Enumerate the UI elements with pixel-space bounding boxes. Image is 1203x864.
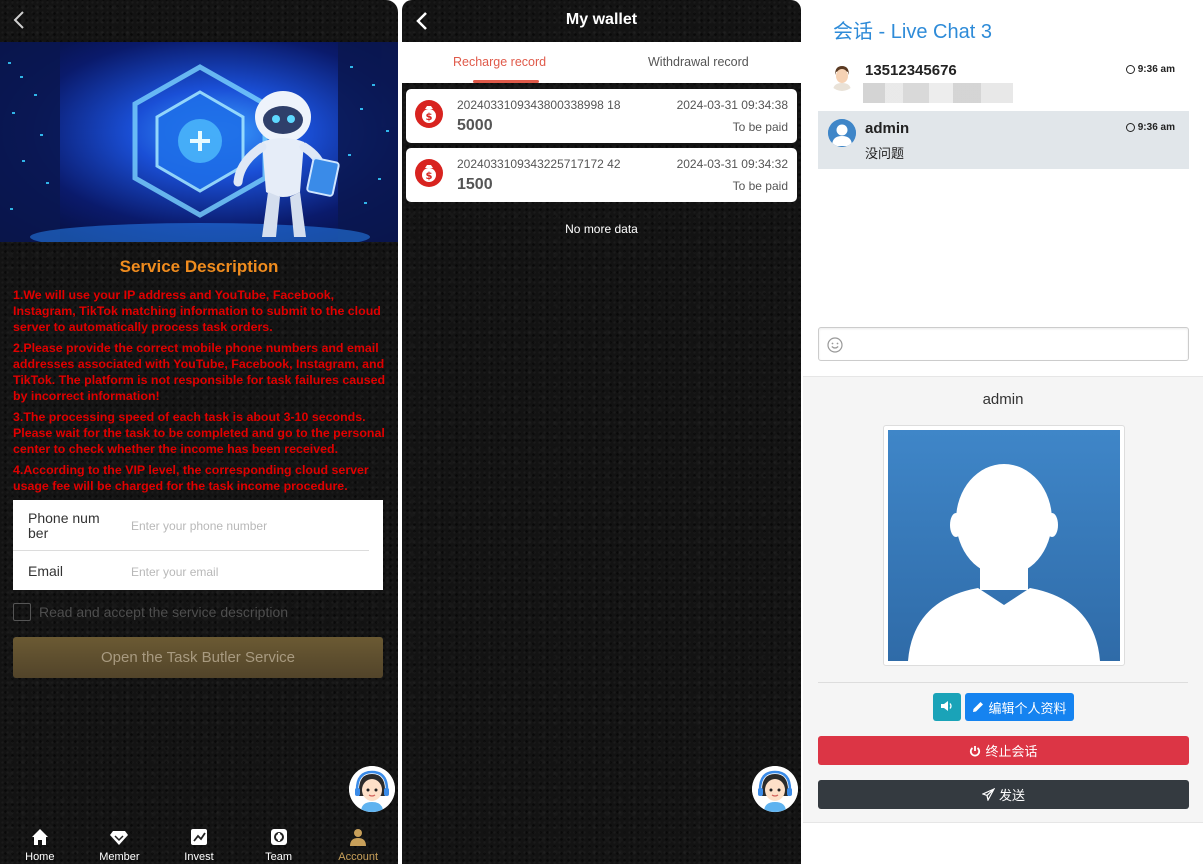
- phone-label: Phone num ber: [28, 510, 100, 541]
- emoji-icon[interactable]: [827, 337, 843, 353]
- end-session-label: 终止会话: [985, 744, 1038, 759]
- pencil-icon: [973, 702, 984, 712]
- wallet-tabs: Recharge record Withdrawal record: [402, 42, 801, 83]
- email-label: Email: [28, 563, 64, 579]
- chat-input-box[interactable]: [818, 327, 1189, 361]
- send-label: 发送: [998, 788, 1025, 803]
- agree-checkbox[interactable]: [13, 603, 31, 621]
- chart-icon: [190, 829, 207, 845]
- phone-input[interactable]: [131, 516, 371, 536]
- rule-4: 4.According to the VIP level, the corres…: [13, 463, 369, 493]
- sound-toggle-button[interactable]: [933, 693, 961, 721]
- record-datetime: 2024-03-31 09:34:38: [676, 98, 788, 112]
- phone-row: Phone num ber: [13, 500, 383, 545]
- message-text: 没问题: [865, 146, 905, 161]
- message-time-label: 9:36 am: [1137, 64, 1175, 75]
- send-button[interactable]: 发送: [818, 780, 1189, 809]
- rule-3: 3.The processing speed of each task is a…: [13, 410, 385, 456]
- email-input[interactable]: [131, 562, 371, 582]
- sender-name: 13512345676: [865, 62, 957, 79]
- service-rules: 1.We will use your IP address and YouTub…: [13, 287, 389, 499]
- record-amount: 5000: [457, 117, 493, 134]
- power-icon: [970, 745, 981, 756]
- tab-home-label: Home: [25, 851, 55, 863]
- task-butler-panel: Service Description 1.We will use your I…: [0, 0, 398, 864]
- active-tab-indicator: [473, 80, 539, 83]
- clock-icon: [1125, 123, 1135, 132]
- recharge-record-item[interactable]: $ 2024033109343225717172 42 2024-03-31 0…: [406, 148, 797, 202]
- tab-member-label: Member: [99, 851, 140, 863]
- tab-account[interactable]: Account: [318, 826, 398, 864]
- blurred-message-text: [863, 83, 1013, 103]
- wallet-header: My wallet: [402, 0, 801, 42]
- sender-name: admin: [865, 120, 910, 137]
- message-time-label: 9:36 am: [1137, 122, 1175, 133]
- agree-label: Read and accept the service description: [39, 604, 289, 620]
- customer-service-avatar[interactable]: [752, 766, 798, 812]
- paper-plane-icon: [981, 788, 995, 801]
- record-status: To be paid: [732, 179, 788, 193]
- profile-name: admin: [982, 391, 1024, 408]
- user-avatar: [828, 63, 856, 91]
- tab-invest[interactable]: Invest: [159, 826, 239, 864]
- tab-team-label: Team: [265, 851, 293, 863]
- money-bag-icon: $: [415, 100, 443, 128]
- tab-member[interactable]: Member: [80, 826, 160, 864]
- end-session-button[interactable]: 终止会话: [818, 736, 1189, 765]
- svg-text:$: $: [426, 112, 433, 123]
- svg-text:$: $: [426, 171, 433, 182]
- bottom-tabbar: Home Member Invest Team Account: [0, 826, 398, 864]
- admin-avatar: [828, 119, 856, 147]
- live-chat-panel: 会话 - Live Chat 3 13512345676 9:36 am adm…: [803, 0, 1203, 864]
- tab-account-label: Account: [338, 851, 379, 863]
- user-icon: [350, 829, 367, 846]
- clock-icon: [1125, 65, 1135, 74]
- record-order-number: 2024033109343800338998 18: [457, 98, 621, 112]
- team-icon: [270, 829, 287, 845]
- home-icon: [31, 829, 48, 845]
- rule-2: 2.Please provide the correct mobile phon…: [13, 341, 386, 403]
- customer-service-avatar[interactable]: [349, 766, 395, 812]
- chat-title: 会话 - Live Chat 3: [833, 21, 992, 43]
- agree-terms[interactable]: Read and accept the service description: [13, 603, 288, 621]
- record-datetime: 2024-03-31 09:34:32: [676, 157, 788, 171]
- open-service-button[interactable]: Open the Task Butler Service: [13, 637, 383, 678]
- edit-profile-label: 编辑个人资料: [988, 700, 1067, 716]
- chat-message: admin 9:36 am 没问题: [818, 111, 1189, 169]
- back-arrow-icon[interactable]: [10, 8, 30, 32]
- tab-recharge-record[interactable]: Recharge record: [453, 55, 546, 69]
- recharge-record-item[interactable]: $ 2024033109343800338998 18 2024-03-31 0…: [406, 89, 797, 143]
- tab-home[interactable]: Home: [0, 826, 80, 864]
- volume-icon: [941, 700, 952, 711]
- profile-card: admin 编辑个人资料 终止会话 发送: [803, 376, 1203, 823]
- profile-photo: [883, 425, 1125, 666]
- record-status: To be paid: [732, 120, 788, 134]
- record-order-number: 2024033109343225717172 42: [457, 157, 621, 171]
- no-more-data: No more data: [565, 222, 638, 236]
- message-time: 9:36 am: [1125, 122, 1175, 133]
- service-description-title: Service Description: [119, 257, 279, 276]
- email-row: Email: [13, 551, 383, 590]
- tab-invest-label: Invest: [184, 851, 214, 863]
- robot-banner-image: [0, 42, 398, 242]
- rule-1: 1.We will use your IP address and YouTub…: [13, 288, 381, 334]
- wallet-panel: My wallet Recharge record Withdrawal rec…: [402, 0, 801, 864]
- contact-form: Phone num ber Email: [13, 500, 383, 590]
- tab-withdrawal-record[interactable]: Withdrawal record: [648, 55, 749, 69]
- profile-divider: [818, 682, 1188, 683]
- diamond-icon: [110, 831, 129, 845]
- money-bag-icon: $: [415, 159, 443, 187]
- chat-message-input[interactable]: [849, 332, 1179, 356]
- record-amount: 1500: [457, 176, 493, 193]
- wallet-title: My wallet: [565, 11, 638, 28]
- tab-team[interactable]: Team: [239, 826, 319, 864]
- message-time: 9:36 am: [1125, 64, 1175, 75]
- edit-profile-button[interactable]: 编辑个人资料: [965, 693, 1074, 721]
